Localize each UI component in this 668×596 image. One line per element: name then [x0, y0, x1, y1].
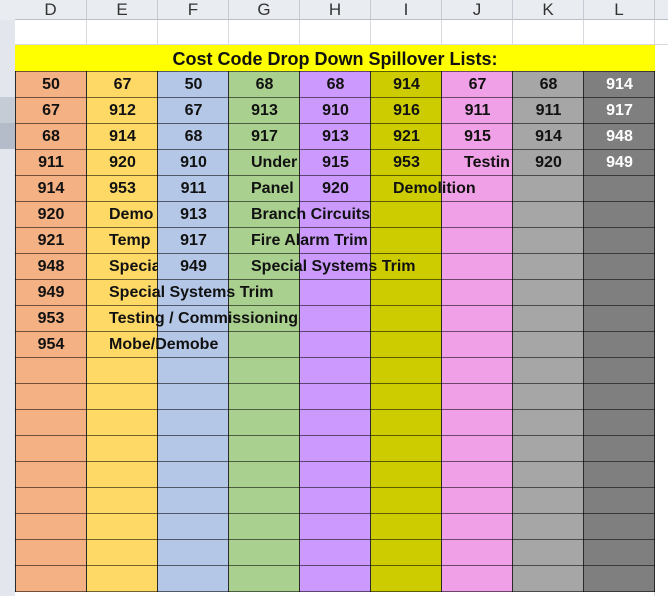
cell-e3[interactable]: 914 [87, 124, 158, 150]
cell-d2[interactable]: 67 [15, 98, 87, 124]
cell-i2[interactable]: 916 [371, 98, 442, 124]
column-header-l[interactable]: L [584, 0, 655, 20]
cell-g5[interactable]: Panel [251, 176, 300, 202]
cell-e7[interactable]: Temp [109, 228, 158, 254]
cell-f2[interactable]: 67 [158, 98, 229, 124]
cell-g7[interactable]: Fire Alarm Trim [251, 228, 368, 254]
cell-h5[interactable]: 920 [300, 176, 371, 202]
cell-f1[interactable]: 50 [158, 72, 229, 98]
cell-h2[interactable]: 910 [300, 98, 371, 124]
cell-d6[interactable]: 920 [15, 202, 87, 228]
column-header-e[interactable]: E [87, 0, 158, 20]
column-header-d[interactable]: D [15, 0, 87, 20]
column-header-j[interactable]: J [442, 0, 513, 20]
column-header-h[interactable]: H [300, 0, 371, 20]
cell-d3[interactable]: 68 [15, 124, 87, 150]
cell-e4[interactable]: 920 [87, 150, 158, 176]
cell-l3[interactable]: 948 [584, 124, 655, 150]
cell-d5[interactable]: 914 [15, 176, 87, 202]
cell-f6[interactable]: 913 [158, 202, 229, 228]
cell-k2[interactable]: 911 [513, 98, 584, 124]
cell-e1[interactable]: 67 [87, 72, 158, 98]
row-header-selected[interactable] [0, 97, 15, 123]
cell-d7[interactable]: 921 [15, 228, 87, 254]
row-border [15, 513, 655, 514]
cell-e5[interactable]: 953 [87, 176, 158, 202]
cell-d11[interactable]: 954 [15, 332, 87, 358]
row-border [15, 409, 655, 410]
cell-l2[interactable]: 917 [584, 98, 655, 124]
cell-j1[interactable]: 67 [442, 72, 513, 98]
row-border [15, 383, 655, 384]
cell-h3[interactable]: 913 [300, 124, 371, 150]
cell-e10[interactable]: Testing / Commissioning [109, 306, 298, 332]
cell-f4[interactable]: 910 [158, 150, 229, 176]
cell-f8[interactable]: 949 [158, 254, 229, 280]
column-header-f[interactable]: F [158, 0, 229, 20]
column-header-m[interactable] [655, 0, 668, 20]
cell-k1[interactable]: 68 [513, 72, 584, 98]
row-header-selected[interactable] [0, 123, 15, 149]
column-header-row: D E F G H I J K L [0, 0, 668, 20]
cell-e11[interactable]: Mobe/Demobe [109, 332, 218, 358]
cell-f3[interactable]: 68 [158, 124, 229, 150]
cell-e8[interactable]: Specia [109, 254, 158, 280]
cell-i1[interactable]: 914 [371, 72, 442, 98]
cell-i3[interactable]: 921 [371, 124, 442, 150]
column-header-k[interactable]: K [513, 0, 584, 20]
cell-f5[interactable]: 911 [158, 176, 229, 202]
cell-g3[interactable]: 917 [229, 124, 300, 150]
column-header-i[interactable]: I [371, 0, 442, 20]
cell-g4[interactable]: Under [251, 150, 300, 176]
cell-j4[interactable]: Testin [464, 150, 513, 176]
cell-e6[interactable]: Demo [109, 202, 158, 228]
cell-h1[interactable]: 68 [300, 72, 371, 98]
cell-k3[interactable]: 914 [513, 124, 584, 150]
cell-d9[interactable]: 949 [15, 280, 87, 306]
cell-e2[interactable]: 912 [87, 98, 158, 124]
spreadsheet: D E F G H I J K L Cost Code Drop Down Sp… [0, 0, 668, 596]
cell-d4[interactable]: 911 [15, 150, 87, 176]
cell-l1[interactable]: 914 [584, 72, 655, 98]
row-border [15, 539, 655, 540]
cell-e9[interactable]: Special Systems Trim [109, 280, 274, 306]
cell-g2[interactable]: 913 [229, 98, 300, 124]
cell-k4[interactable]: 920 [513, 150, 584, 176]
cell-g6[interactable]: Branch Circuits [251, 202, 370, 228]
row-border [15, 487, 655, 488]
row-border [15, 565, 655, 566]
cell-h4[interactable]: 915 [300, 150, 371, 176]
cell-d10[interactable]: 953 [15, 306, 87, 332]
row-border [15, 461, 655, 462]
cell-j3[interactable]: 915 [442, 124, 513, 150]
cell-d1[interactable]: 50 [15, 72, 87, 98]
cell-d8[interactable]: 948 [15, 254, 87, 280]
cell-g1[interactable]: 68 [229, 72, 300, 98]
cell-i5[interactable]: Demolition [393, 176, 476, 202]
cell-i4[interactable]: 953 [371, 150, 442, 176]
cell-j2[interactable]: 911 [442, 98, 513, 124]
title-cell[interactable]: Cost Code Drop Down Spillover Lists: [15, 45, 655, 71]
cell-l4[interactable]: 949 [584, 150, 655, 176]
cell-f7[interactable]: 917 [158, 228, 229, 254]
cell-g8[interactable]: Special Systems Trim [251, 254, 416, 280]
column-header-g[interactable]: G [229, 0, 300, 20]
row-border [15, 591, 655, 592]
row-border [15, 435, 655, 436]
